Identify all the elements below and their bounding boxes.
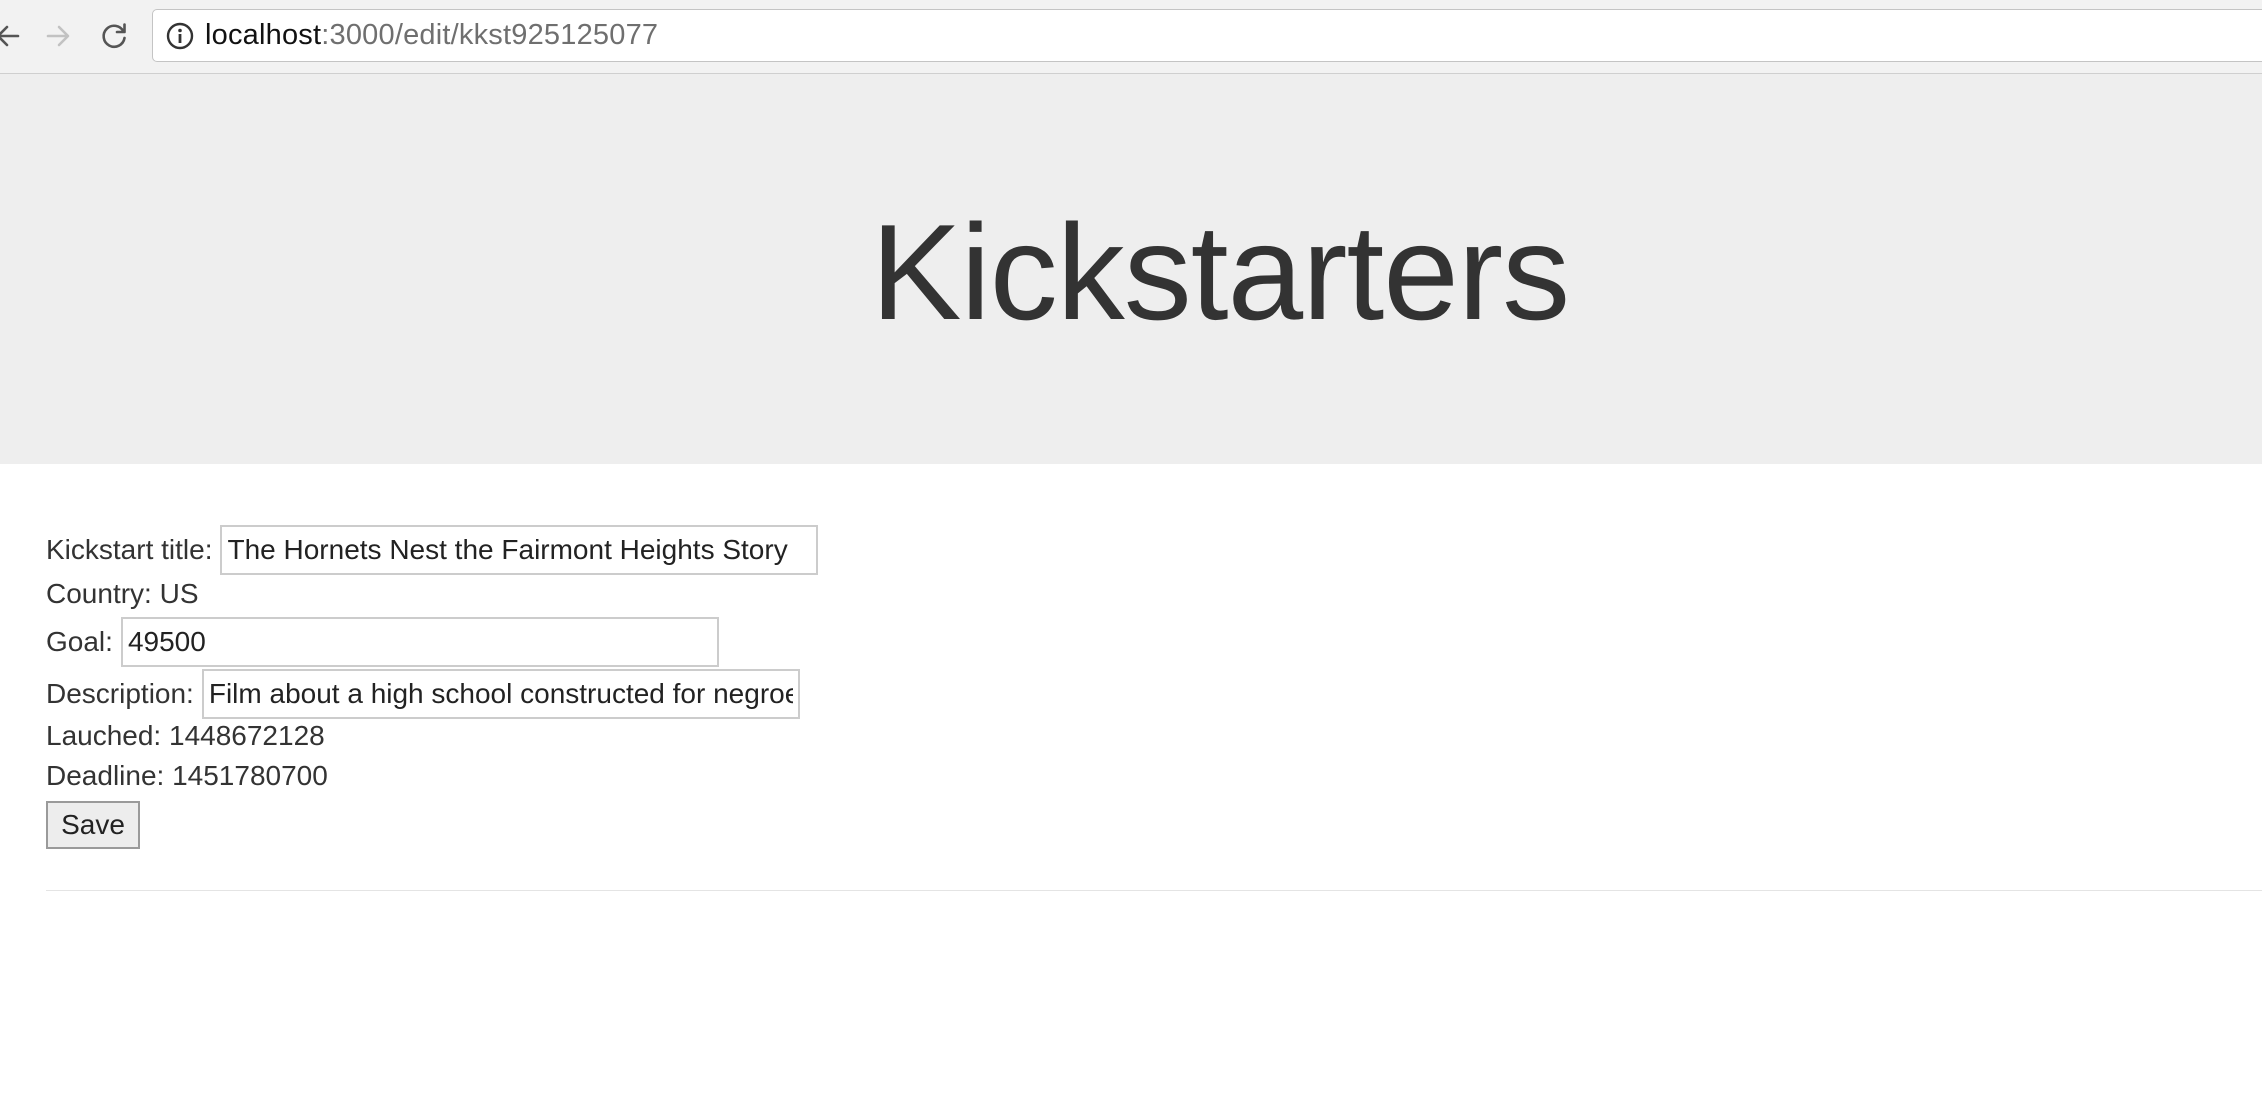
save-button[interactable]: Save bbox=[46, 801, 140, 849]
launched-label: Lauched: bbox=[46, 720, 162, 751]
back-arrow-icon bbox=[0, 22, 22, 50]
forward-arrow-icon bbox=[44, 22, 72, 50]
title-row: Kickstart title: bbox=[46, 525, 819, 575]
url-path: :3000/edit/kkst925125077 bbox=[321, 19, 659, 51]
reload-icon bbox=[99, 21, 129, 51]
deadline-label: Deadline: bbox=[46, 760, 165, 791]
launched-row: Lauched: 1448672128 bbox=[46, 720, 325, 752]
country-label: Country: bbox=[46, 578, 152, 609]
deadline-row: Deadline: 1451780700 bbox=[46, 760, 328, 792]
title-input[interactable] bbox=[220, 525, 819, 575]
deadline-value: 1451780700 bbox=[172, 760, 328, 791]
url-text: localhost:3000/edit/kkst925125077 bbox=[205, 10, 658, 61]
info-icon[interactable] bbox=[165, 21, 195, 56]
launched-value: 1448672128 bbox=[169, 720, 325, 751]
back-button[interactable] bbox=[0, 14, 30, 58]
description-row: Description: bbox=[46, 669, 800, 719]
jumbotron-header: Kickstarters bbox=[0, 74, 2262, 464]
description-label: Description: bbox=[46, 678, 194, 709]
goal-row: Goal: bbox=[46, 617, 719, 667]
country-value: US bbox=[159, 578, 199, 609]
reload-button[interactable] bbox=[92, 14, 136, 58]
forward-button[interactable] bbox=[36, 14, 80, 58]
goal-input[interactable] bbox=[120, 617, 719, 667]
country-row: Country: US bbox=[46, 578, 199, 610]
divider bbox=[46, 890, 2262, 891]
description-input[interactable] bbox=[201, 669, 800, 719]
browser-toolbar: localhost:3000/edit/kkst925125077 bbox=[0, 0, 2262, 74]
title-label: Kickstart title: bbox=[46, 534, 213, 565]
goal-label: Goal: bbox=[46, 626, 113, 657]
address-bar[interactable]: localhost:3000/edit/kkst925125077 bbox=[152, 9, 2262, 62]
page-title: Kickstarters bbox=[870, 196, 1570, 348]
url-host: localhost bbox=[205, 19, 322, 51]
